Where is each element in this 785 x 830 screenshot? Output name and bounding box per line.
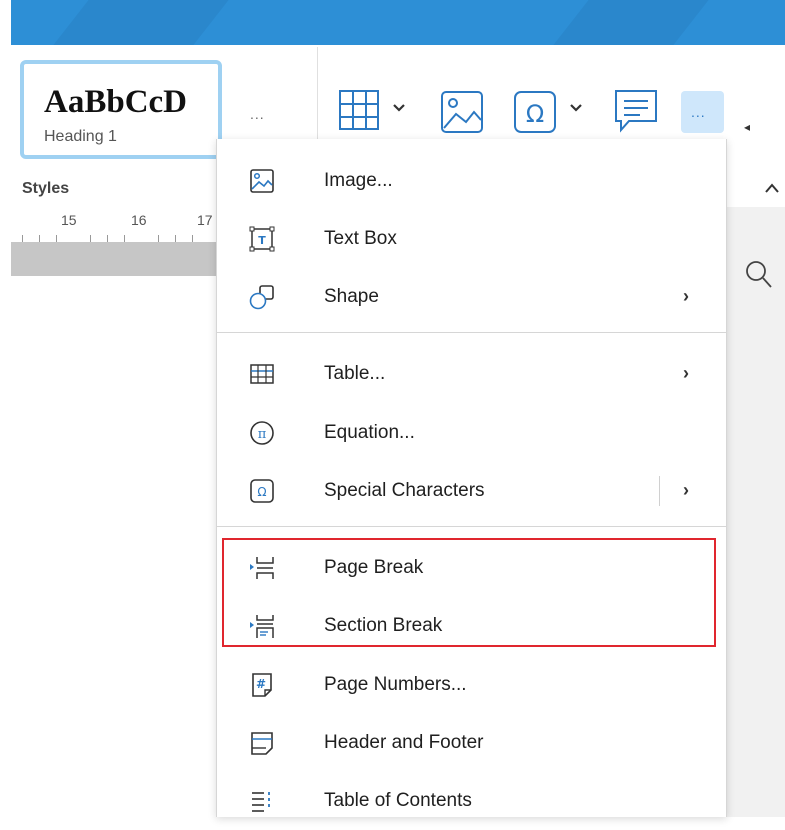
styles-group-label: Styles [22, 180, 70, 197]
submenu-arrow-icon: › [683, 286, 689, 306]
title-bar-decoration [53, 0, 229, 45]
side-panel [726, 207, 785, 817]
insert-image-button[interactable] [440, 90, 484, 134]
title-bar [11, 0, 785, 45]
highlight-box [222, 538, 716, 647]
menu-item-label: Equation... [324, 422, 415, 443]
svg-text:Ω: Ω [526, 100, 544, 128]
menu-item-table-of-contents[interactable]: Table of Contents [217, 772, 726, 830]
insert-more-menu: Image... T Text Box Shape › Table... › π… [216, 139, 727, 817]
more-label: ... [250, 106, 265, 122]
menu-item-label: Image... [324, 170, 393, 191]
special-characters-icon: Ω [249, 478, 275, 504]
menu-item-label: Page Numbers... [324, 674, 467, 695]
split-divider [659, 476, 660, 506]
ruler-number: 17 [197, 212, 213, 228]
menu-separator [217, 332, 726, 333]
table-icon [337, 88, 381, 132]
styles-more-button[interactable]: ... [250, 106, 265, 122]
svg-text:π: π [258, 427, 267, 442]
window-edge [0, 0, 11, 817]
ruler-tick [175, 235, 176, 242]
style-sample-text: AaBbCcD [44, 84, 188, 120]
ruler-number: 16 [131, 212, 147, 228]
image-icon [249, 168, 275, 194]
equation-icon: π [249, 420, 275, 446]
menu-item-label: Shape [324, 286, 379, 307]
menu-item-table[interactable]: Table... › [217, 345, 726, 403]
menu-item-label: Table... [324, 363, 386, 384]
chevron-down-icon[interactable] [568, 102, 584, 114]
style-heading-1[interactable]: AaBbCcD Heading 1 [20, 60, 222, 159]
menu-item-label: Text Box [324, 228, 397, 249]
header-footer-icon [249, 730, 275, 756]
menu-item-text-box[interactable]: T Text Box [217, 210, 726, 268]
title-bar-decoration [553, 0, 709, 45]
svg-text:T: T [258, 234, 266, 247]
more-icon: ... [691, 104, 706, 120]
page-numbers-icon: # [249, 672, 275, 698]
scroll-left-icon[interactable]: ◂ [744, 120, 750, 134]
search-icon[interactable] [745, 259, 773, 294]
ruler-tick [158, 235, 159, 242]
menu-item-header-and-footer[interactable]: Header and Footer [217, 714, 726, 772]
menu-item-label: Special Characters [324, 480, 485, 501]
menu-item-label: Table of Contents [324, 790, 472, 811]
ruler-tick [39, 235, 40, 242]
more-insert-options-button[interactable]: ... [681, 91, 724, 133]
ruler-number: 15 [61, 212, 77, 228]
shape-icon [249, 284, 275, 310]
svg-text:#: # [256, 677, 266, 691]
menu-separator [217, 526, 726, 527]
menu-item-label: Header and Footer [324, 732, 484, 753]
ruler-tick [124, 235, 125, 242]
insert-comment-button[interactable] [613, 88, 659, 134]
ruler[interactable]: 15 16 17 [11, 207, 216, 242]
table-icon [249, 361, 275, 387]
menu-item-shape[interactable]: Shape › [217, 268, 726, 326]
ruler-tick [22, 235, 23, 242]
ruler-tick [90, 235, 91, 242]
style-name: Heading 1 [44, 128, 117, 145]
menu-item-image[interactable]: Image... [217, 152, 726, 210]
menu-item-equation[interactable]: π Equation... [217, 404, 726, 462]
image-icon [440, 90, 484, 134]
ruler-margin-band [11, 242, 216, 276]
table-of-contents-icon [249, 788, 275, 814]
ruler-tick [192, 235, 193, 242]
svg-text:Ω: Ω [257, 485, 266, 499]
special-characters-button[interactable]: Ω [513, 90, 557, 134]
comment-icon [613, 88, 659, 134]
ruler-tick [107, 235, 108, 242]
menu-item-special-characters[interactable]: Ω Special Characters › [217, 462, 726, 520]
collapse-ribbon-icon[interactable] [764, 178, 780, 199]
insert-table-button[interactable] [337, 88, 381, 132]
omega-icon: Ω [513, 90, 557, 134]
ruler-tick [56, 235, 57, 242]
submenu-arrow-icon: › [683, 363, 689, 383]
text-box-icon: T [249, 226, 275, 252]
chevron-down-icon[interactable] [391, 102, 407, 114]
menu-item-page-numbers[interactable]: # Page Numbers... [217, 656, 726, 714]
submenu-arrow-icon[interactable]: › [683, 480, 689, 501]
